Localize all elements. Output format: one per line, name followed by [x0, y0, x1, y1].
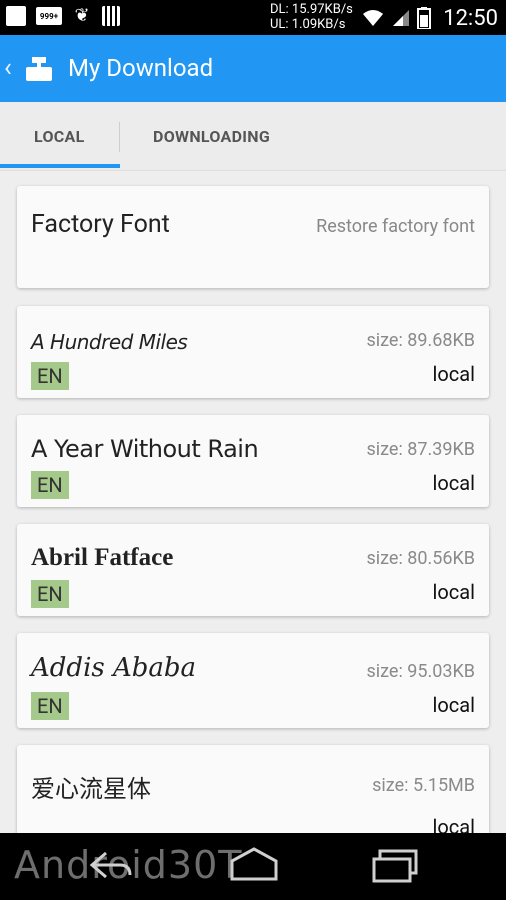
- tab-bar: LOCAL DOWNLOADING: [0, 102, 506, 171]
- notification-count-icon: 999+: [36, 7, 62, 25]
- font-size: size: 5.15MB: [372, 775, 475, 796]
- page-title: My Download: [68, 54, 214, 82]
- font-name: Addis Ababa: [31, 653, 197, 683]
- restore-factory-font-button[interactable]: Restore factory font: [316, 216, 475, 237]
- font-location: local: [432, 815, 475, 833]
- app-bar: ‹ My Download: [0, 35, 506, 102]
- tab-downloading[interactable]: DOWNLOADING: [153, 102, 270, 170]
- font-size: size: 95.03KB: [366, 661, 475, 682]
- leaf-icon: ❦: [74, 5, 90, 26]
- active-tab-indicator: [0, 164, 120, 168]
- font-list[interactable]: Factory Font Restore factory font A Hund…: [0, 170, 506, 833]
- font-name: A Year Without Rain: [31, 435, 259, 463]
- clock: 12:50: [443, 5, 498, 31]
- download-speed: DL: 15.97KB/s: [270, 2, 353, 17]
- back-chevron-icon[interactable]: ‹: [4, 53, 12, 83]
- font-location: local: [432, 362, 475, 386]
- language-badge: EN: [31, 471, 69, 499]
- app-logo-icon[interactable]: [24, 55, 54, 83]
- factory-font-card[interactable]: Factory Font Restore factory font: [17, 186, 489, 288]
- font-item[interactable]: Addis Ababa size: 95.03KB EN local: [17, 633, 489, 728]
- signal-icon: [393, 10, 410, 26]
- font-location: local: [432, 693, 475, 717]
- font-item[interactable]: A Year Without Rain size: 87.39KB EN loc…: [17, 415, 489, 507]
- font-item[interactable]: A Hundred Miles size: 89.68KB EN local: [17, 306, 489, 398]
- watermark-text: Android30T: [14, 843, 243, 887]
- tab-local[interactable]: LOCAL: [34, 102, 85, 170]
- font-name: A Hundred Miles: [31, 330, 188, 354]
- recents-icon[interactable]: [370, 847, 422, 883]
- font-size: size: 89.68KB: [366, 330, 475, 351]
- font-size: size: 80.56KB: [366, 548, 475, 569]
- language-badge: EN: [31, 692, 69, 720]
- image-icon: [6, 6, 26, 26]
- font-size: size: 87.39KB: [366, 439, 475, 460]
- wifi-icon: [363, 10, 384, 26]
- font-name: 爱心流星体: [31, 775, 151, 803]
- language-badge: EN: [31, 580, 69, 608]
- font-name: Abril Fatface: [31, 544, 174, 571]
- status-right: 12:50: [361, 2, 498, 34]
- status-bar: 999+ ❦ DL: 15.97KB/s UL: 1.09KB/s 12:50: [0, 0, 506, 35]
- language-badge: EN: [31, 362, 69, 390]
- font-item[interactable]: 爱心流星体 size: 5.15MB local: [17, 745, 489, 833]
- network-speed: DL: 15.97KB/s UL: 1.09KB/s: [270, 2, 353, 32]
- tab-divider: [119, 122, 120, 152]
- factory-font-title: Factory Font: [31, 210, 170, 239]
- status-notifications: 999+ ❦: [6, 6, 120, 26]
- barcode-icon: [102, 6, 120, 26]
- upload-speed: UL: 1.09KB/s: [270, 17, 346, 32]
- font-location: local: [432, 471, 475, 495]
- battery-icon: [417, 7, 432, 29]
- font-location: local: [432, 580, 475, 604]
- font-item[interactable]: Abril Fatface size: 80.56KB EN local: [17, 524, 489, 616]
